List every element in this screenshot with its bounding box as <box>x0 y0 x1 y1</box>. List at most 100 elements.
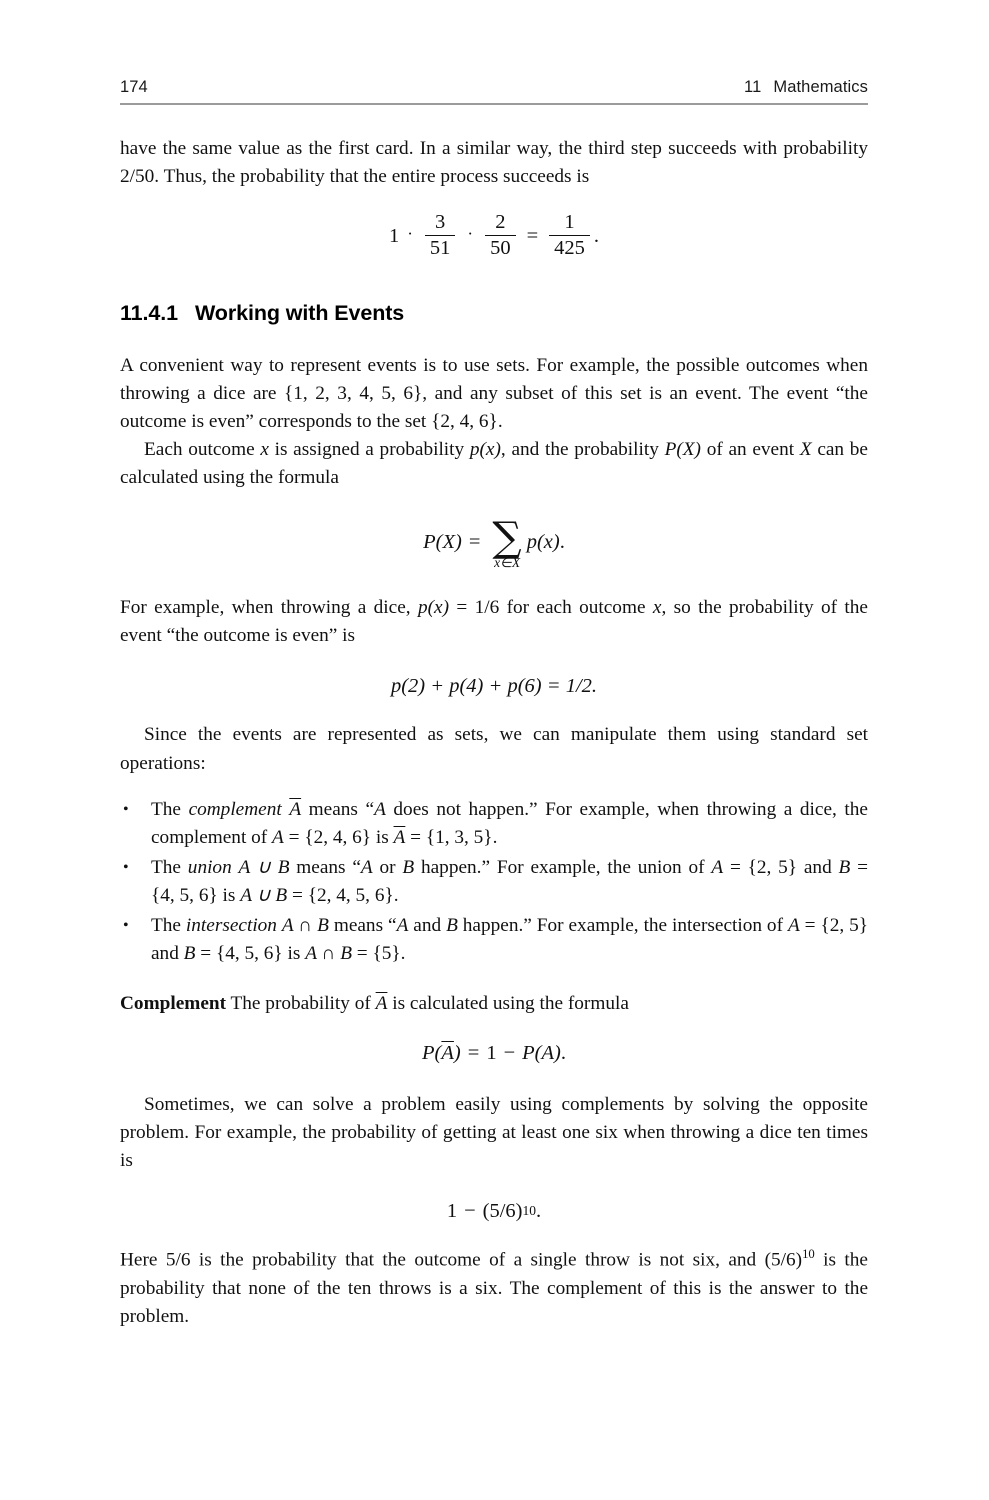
section-heading: 11.4.1 Working with Events <box>120 301 868 326</box>
eq1-fraction-2-numerator: 2 <box>495 211 506 234</box>
equation-card-complement: P(A) = 1 − P(A) . <box>120 1042 868 1065</box>
paragraph-complement: Complement The probability of A is calcu… <box>120 990 868 1018</box>
eq3-expression: p(2) + p(4) + p(6) = 1/2. <box>390 674 598 697</box>
bullet-3-t1: The <box>151 914 186 936</box>
eq2-period: . <box>559 530 565 553</box>
bullet-3-t8: = <box>195 942 216 964</box>
bullet-1-t8: . <box>492 826 498 848</box>
eq4-lhs-close: ) <box>453 1042 461 1065</box>
bullet-3-var-A: A <box>396 914 409 936</box>
bullet-3-t4: and <box>408 914 447 936</box>
section-title: Working with Events <box>195 300 405 325</box>
eq1-cdot-1: · <box>407 223 413 243</box>
eq1-fraction-3-denominator: 425 <box>549 234 590 260</box>
section-number: 11.4.1 <box>120 300 178 325</box>
paragraph-complement-part2: is calculated using the formula <box>387 992 629 1014</box>
bullet-3-t3: means “ <box>328 914 397 936</box>
bullet-3-t10: = <box>351 942 373 964</box>
bullet-2-expr2: A ∪ B <box>240 884 288 906</box>
document-page: 174 11 Mathematics have the same value a… <box>0 0 989 1500</box>
summation-symbol-group: ∑ x∈X <box>492 512 522 571</box>
bullet-1-var-A3: A <box>272 826 284 848</box>
eq5-minus: − <box>464 1199 476 1222</box>
complement-label: Complement <box>120 992 227 1014</box>
paragraph-dice: For example, when throwing a dice, p(x) … <box>120 594 868 650</box>
paragraph-here-part1: Here 5/6 is the probability that the out… <box>120 1249 803 1271</box>
bullet-1-set1: {2, 4, 6} <box>304 826 372 848</box>
bullet-1-var-Abar2: A <box>393 826 406 848</box>
header-rule <box>120 103 868 105</box>
eq1-fraction-2-denominator: 50 <box>485 234 516 260</box>
paragraph-outcome-part1: Each outcome <box>144 438 261 460</box>
eq1-fraction-1-denominator: 51 <box>424 234 456 260</box>
paragraph-sets: A convenient way to represent events is … <box>120 352 868 436</box>
bullet-3-t7: and <box>151 942 184 964</box>
chapter-number: 11 <box>744 78 762 96</box>
bullet-icon: • <box>123 916 129 934</box>
bullet-3-expr2: A ∩ B <box>305 942 352 964</box>
bullet-2-t5: happen.” For example, the union of <box>414 856 712 878</box>
bullet-2-t4: or <box>372 856 403 878</box>
equation-card-probability: 1 · 3 51 · 2 50 = 1 425 . <box>120 211 868 260</box>
sigma-icon: ∑ <box>492 512 522 561</box>
eq5-exponent: 10 <box>522 1202 537 1218</box>
eq1-fraction-3: 1 425 <box>549 211 590 260</box>
bullet-2-t1: The <box>151 856 188 878</box>
bullet-1-t7: = <box>405 826 426 848</box>
eq4-minus: − <box>503 1042 516 1065</box>
paragraph-here: Here 5/6 is the probability that the out… <box>120 1245 868 1331</box>
eq4-one: 1 <box>486 1042 497 1065</box>
bullet-3-t11: . <box>400 942 406 964</box>
eq5-period: . <box>536 1199 542 1222</box>
bullet-2-expr: A ∪ B <box>238 856 290 878</box>
bullet-2-t6: = <box>723 856 748 878</box>
eq4-lhs-Abar: A <box>441 1042 454 1065</box>
bullet-2-t2 <box>232 857 239 878</box>
bullet-3-set3: {5} <box>372 942 401 964</box>
eq4-lhs-open: P( <box>422 1042 442 1065</box>
bullet-2-t9: is <box>217 884 241 906</box>
bullet-icon: • <box>123 800 129 818</box>
paragraph-outcome-part4: of an event <box>700 438 800 460</box>
paragraph-outcome-part2: is assigned a probability <box>268 438 470 460</box>
list-item: • The complement A means “A does not hap… <box>120 796 868 852</box>
bullet-1-term: complement <box>188 798 282 820</box>
paragraph-sets-set1: {1, 2, 3, 4, 5, 6} <box>284 382 423 404</box>
set-operations-list: • The complement A means “A does not hap… <box>120 796 868 968</box>
bullet-1-var-Abar: A <box>289 798 302 820</box>
bullet-3-var-A2: A <box>787 914 800 936</box>
bullet-1-t3: means “ <box>301 798 375 820</box>
chapter-title: Mathematics <box>773 78 868 96</box>
bullet-2-t8: = <box>850 856 868 878</box>
eq2-sum-limit: x∈X <box>494 554 521 570</box>
eq5-one: 1 <box>446 1199 458 1222</box>
bullet-2-t7: and <box>797 856 839 878</box>
bullet-1-set2: {1, 3, 5} <box>425 826 493 848</box>
paragraph-dice-value: 1/6 <box>474 596 500 618</box>
paragraph-outcome-px: p(x) <box>469 438 501 460</box>
eq1-equals: = <box>526 224 539 247</box>
eq1-period: . <box>593 224 600 247</box>
bullet-2-var-A2: A <box>711 856 724 878</box>
bullet-3-t9: is <box>282 942 306 964</box>
eq5-base: (5/6) <box>482 1199 523 1222</box>
paragraph-outcome: Each outcome x is assigned a probability… <box>120 436 868 492</box>
bullet-3-t6: = <box>799 914 821 936</box>
paragraph-since: Since the events are represented as sets… <box>120 724 868 774</box>
bullet-2-set2: {4, 5, 6} <box>151 884 218 906</box>
bullet-1-t6: is <box>371 826 394 848</box>
bullet-3-set1: {2, 5} <box>820 914 869 936</box>
eq4-equals: = <box>467 1042 480 1065</box>
bullet-2-var-A: A <box>360 856 373 878</box>
bullet-1-t1: The <box>151 798 189 820</box>
bullet-2-term: union <box>187 856 232 878</box>
paragraph-outcome-var-x: x <box>260 438 269 460</box>
bullet-1-var-A2: A <box>374 798 386 820</box>
running-head-right: 11 Mathematics <box>744 78 868 97</box>
paragraph-sometimes: Sometimes, we can solve a problem easily… <box>120 1093 868 1171</box>
paragraph-continued: have the same value as the first card. I… <box>120 135 868 191</box>
equation-card-even: p(2) + p(4) + p(6) = 1/2. <box>120 675 868 698</box>
bullet-2-t11: . <box>393 884 399 906</box>
list-item: • The intersection A ∩ B means “A and B … <box>120 912 868 968</box>
eq2-lhs: P(X) <box>423 530 462 553</box>
